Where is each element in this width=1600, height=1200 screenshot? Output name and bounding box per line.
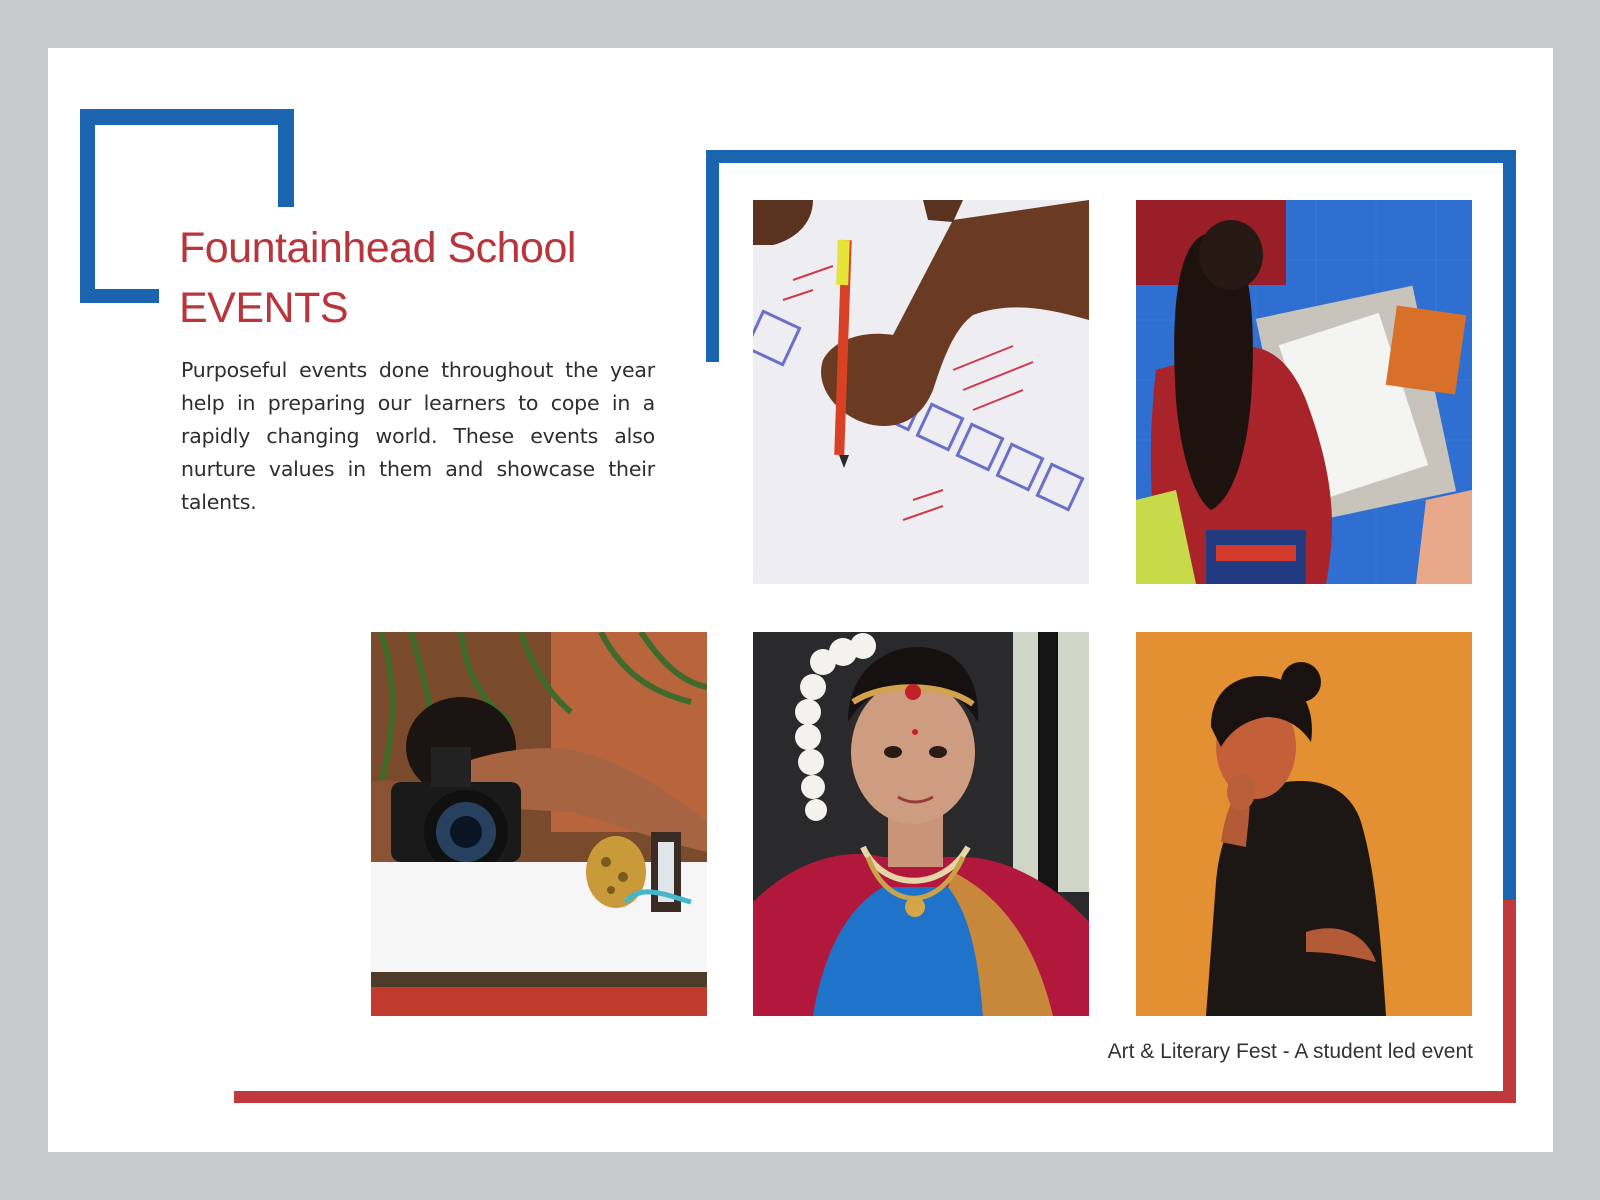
corner-bracket-drop (278, 109, 294, 207)
photo-writing (753, 200, 1089, 584)
photo-dancer (753, 632, 1089, 1016)
title-school-name: Fountainhead School (179, 224, 576, 272)
photo-camera-student (371, 632, 707, 1016)
title-events: EVENTS (179, 284, 349, 332)
gallery-caption: Art & Literary Fest - A student led even… (1107, 1040, 1473, 1063)
events-description: Purposeful events done throughout the ye… (181, 358, 655, 514)
gallery-frame-top (706, 150, 1516, 163)
corner-bracket-top (80, 109, 294, 125)
gallery-frame-right-blue (1503, 150, 1516, 902)
gallery-frame-bottom (234, 1091, 1516, 1103)
gallery-frame-left (706, 150, 719, 362)
photo-student-drawing (1136, 200, 1472, 584)
corner-bracket-decoration (80, 109, 159, 303)
page-title: Fountainhead School EVENTS (179, 218, 576, 338)
photo-performer (1136, 632, 1472, 1016)
gallery-frame-right-red (1503, 900, 1516, 1093)
presentation-slide: Fountainhead School EVENTS Purposeful ev… (48, 48, 1553, 1152)
